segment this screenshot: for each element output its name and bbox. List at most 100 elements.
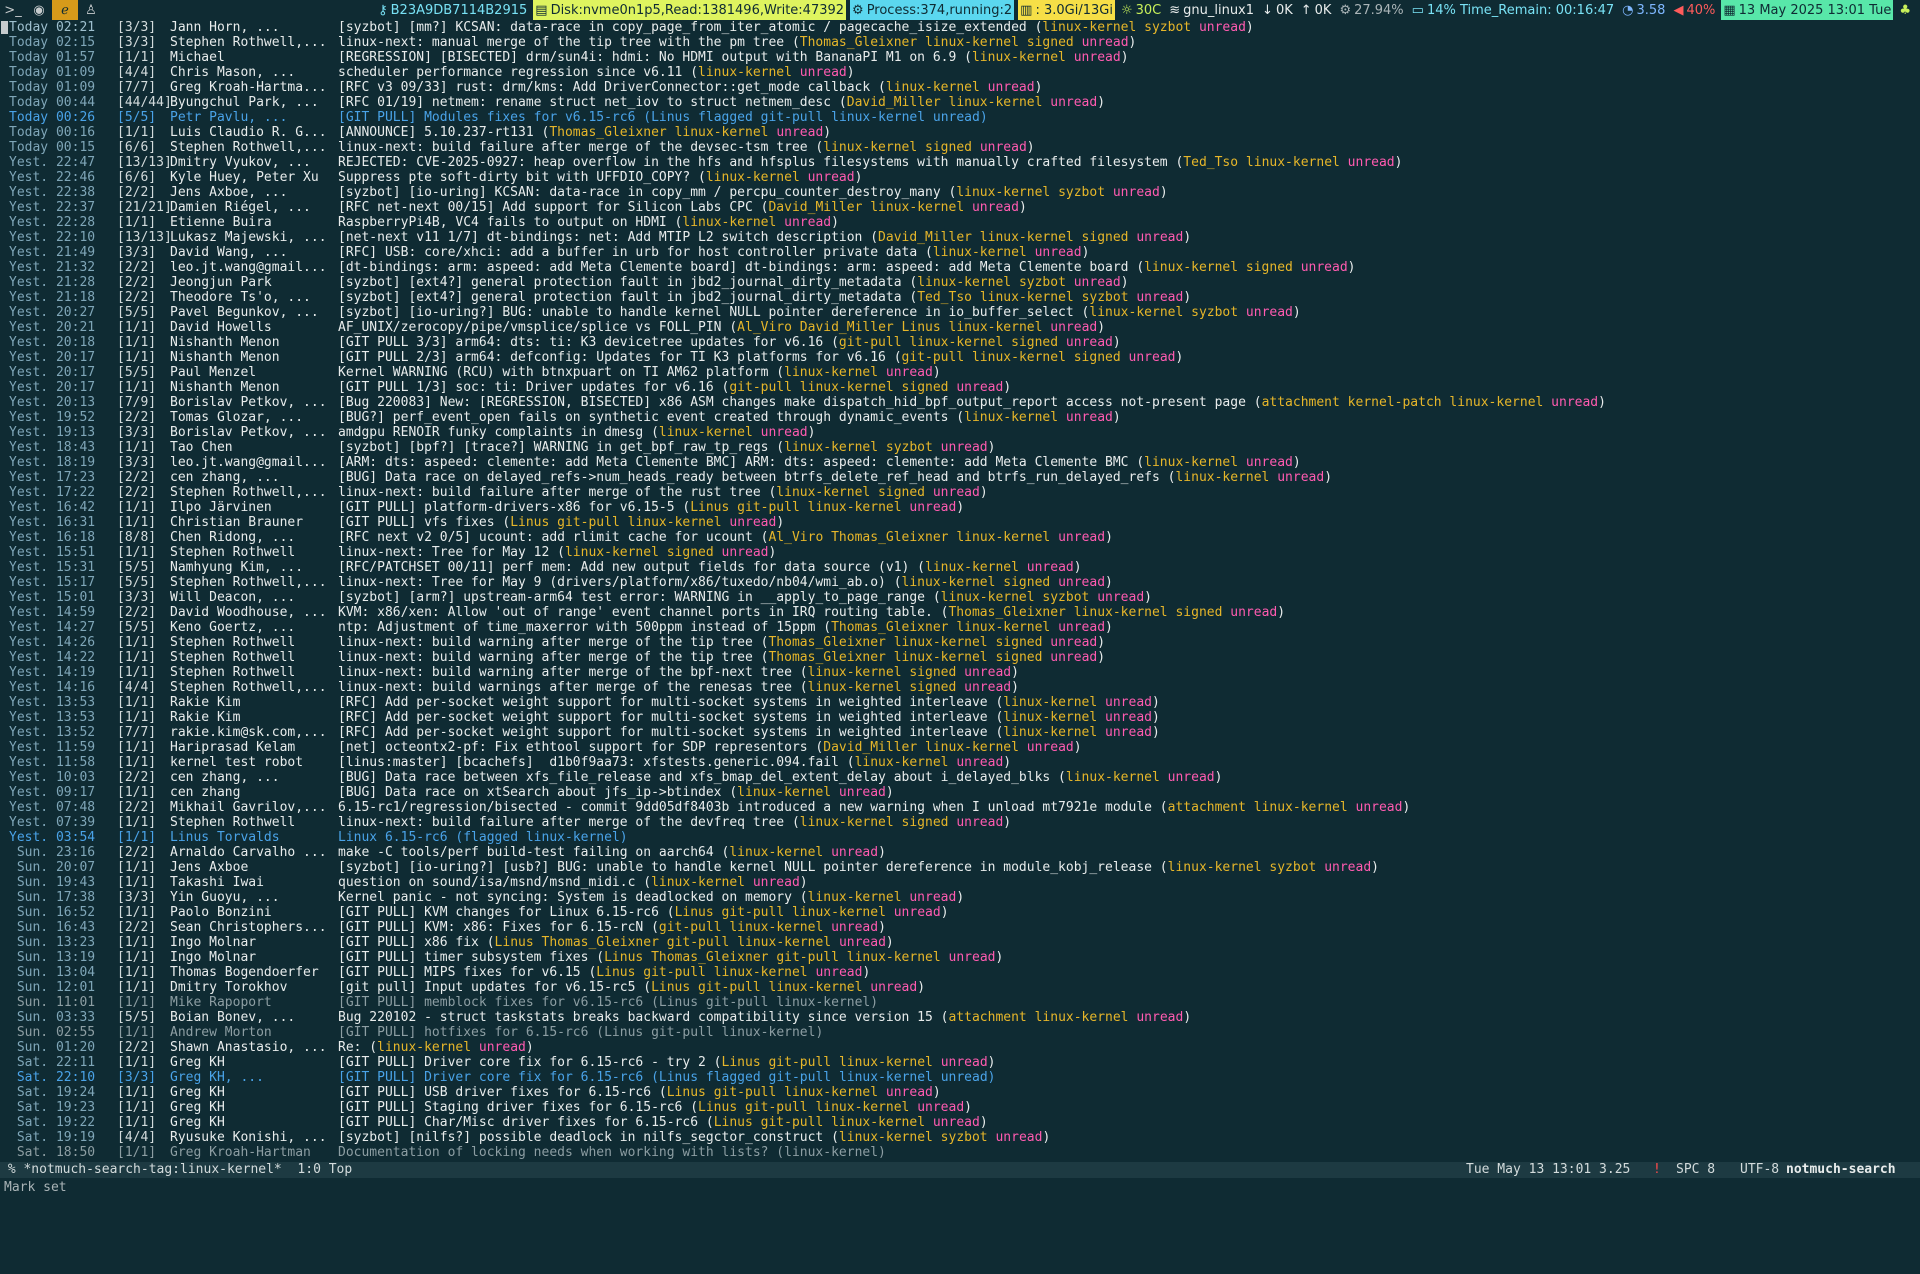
thread-row[interactable]: Yest. 20:21 [1/1] David Howells AF_UNIX/zer…	[0, 320, 1920, 335]
thread-authors: Ingo Molnar	[170, 950, 257, 965]
thread-row[interactable]: Yest. 17:23 [2/2] cen zhang, ... [BUG] Data…	[0, 470, 1920, 485]
tag-linux-kernel: linux-kernel	[971, 50, 1066, 65]
thread-row[interactable]: Yest. 20:17 [1/1] Nishanth Menon [GIT PULL …	[0, 350, 1920, 365]
tag-git-pull: git-pull	[776, 950, 839, 965]
thread-count: [1/1]	[117, 515, 157, 530]
thread-subject-line: amdgpu RENOIR funky complaints in dmesg …	[338, 425, 816, 440]
thread-row[interactable]: Yest. 15:31 [5/5] Namhyung Kim, ... [RFC/PA…	[0, 560, 1920, 575]
thread-row[interactable]: Yest. 11:58 [1/1] kernel test robot [linus:…	[0, 755, 1920, 770]
thread-authors: Stephen Rothwell	[170, 815, 296, 830]
thread-row[interactable]: Sun. 16:43 [2/2] Sean Christophers... [GIT …	[0, 920, 1920, 935]
workspace-4[interactable]: ♙	[78, 0, 104, 20]
thread-row[interactable]: Today 00:26 [5/5] Petr Pavlu, ... [GIT PULL…	[0, 110, 1920, 125]
thread-subject-line: [syzbot] [io-uring?] [usb?] BUG: unable …	[338, 860, 1379, 875]
workspace-2[interactable]: ◉	[26, 0, 52, 20]
thread-row[interactable]: Yest. 20:17 [5/5] Paul Menzel Kernel WARNIN…	[0, 365, 1920, 380]
thread-row[interactable]: Yest. 22:37 [21/21] Damien Riégel, ... [RFC…	[0, 200, 1920, 215]
thread-row[interactable]: Yest. 14:16 [4/4] Stephen Rothwell,... linu…	[0, 680, 1920, 695]
thread-row[interactable]: Sun. 02:55 [1/1] Andrew Morton [GIT PULL] h…	[0, 1025, 1920, 1040]
thread-row[interactable]: Sat. 19:24 [1/1] Greg KH [GIT PULL] USB dri…	[0, 1085, 1920, 1100]
thread-row[interactable]: Yest. 21:32 [2/2] leo.jt.wang@gmail... [dt-…	[0, 260, 1920, 275]
thread-row[interactable]: Today 01:57 [1/1] Michael [REGRESSION] [BIS…	[0, 50, 1920, 65]
thread-subject: linux-next: build warning after merge of…	[338, 665, 792, 680]
thread-count: [1/1]	[117, 1085, 157, 1100]
thread-row[interactable]: Yest. 16:18 [8/8] Chen Ridong, ... [RFC nex…	[0, 530, 1920, 545]
thread-row[interactable]: Yest. 22:28 [1/1] Etienne Buira RaspberryPi…	[0, 215, 1920, 230]
thread-row[interactable]: Yest. 13:53 [1/1] Rakie Kim [RFC] Add per-s…	[0, 710, 1920, 725]
thread-row[interactable]: Today 01:09 [4/4] Chris Mason, ... schedule…	[0, 65, 1920, 80]
thread-row[interactable]: Yest. 14:27 [5/5] Keno Goertz, ... ntp: Adj…	[0, 620, 1920, 635]
thread-row[interactable]: Yest. 14:59 [2/2] David Woodhouse, ... KVM:…	[0, 605, 1920, 620]
thread-row[interactable]: Yest. 03:54 [1/1] Linus Torvalds Linux 6.15…	[0, 830, 1920, 845]
thread-row[interactable]: Yest. 15:01 [3/3] Will Deacon, ... [syzbot]…	[0, 590, 1920, 605]
thread-row[interactable]: Sat. 19:22 [1/1] Greg KH [GIT PULL] Char/Mi…	[0, 1115, 1920, 1130]
thread-row[interactable]: Yest. 22:38 [2/2] Jens Axboe, ... [syzbot] …	[0, 185, 1920, 200]
thread-row[interactable]: Sun. 13:23 [1/1] Ingo Molnar [GIT PULL] x86…	[0, 935, 1920, 950]
thread-row[interactable]: Sun. 20:07 [1/1] Jens Axboe [syzbot] [io-ur…	[0, 860, 1920, 875]
thread-row[interactable]: Yest. 14:19 [1/1] Stephen Rothwell linux-ne…	[0, 665, 1920, 680]
thread-row[interactable]: Yest. 16:42 [1/1] Ilpo Järvinen [GIT PULL] …	[0, 500, 1920, 515]
thread-row[interactable]: Sun. 13:19 [1/1] Ingo Molnar [GIT PULL] tim…	[0, 950, 1920, 965]
thread-authors: Rakie Kim	[170, 695, 241, 710]
thread-row[interactable]: Yest. 22:47 [13/13] Dmitry Vyukov, ... REJE…	[0, 155, 1920, 170]
thread-row[interactable]: Yest. 21:28 [2/2] Jeongjun Park [syzbot] [e…	[0, 275, 1920, 290]
thread-row[interactable]: Yest. 18:19 [3/3] leo.jt.wang@gmail... [ARM…	[0, 455, 1920, 470]
thread-row[interactable]: Yest. 21:49 [3/3] David Wang, ... [RFC] USB…	[0, 245, 1920, 260]
thread-row[interactable]: Yest. 19:13 [3/3] Borislav Petkov, ... amdg…	[0, 425, 1920, 440]
thread-row[interactable]: Yest. 20:27 [5/5] Pavel Begunkov, ... [syzb…	[0, 305, 1920, 320]
thread-row[interactable]: Sat. 22:10 [3/3] Greg KH, ... [GIT PULL] Dr…	[0, 1070, 1920, 1085]
thread-row[interactable]: Sun. 13:04 [1/1] Thomas Bogendoerfer [GIT P…	[0, 965, 1920, 980]
thread-row[interactable]: Yest. 22:46 [6/6] Kyle Huey, Peter Xu Suppr…	[0, 170, 1920, 185]
thread-row[interactable]: Yest. 20:18 [1/1] Nishanth Menon [GIT PULL …	[0, 335, 1920, 350]
thread-row[interactable]: Yest. 20:13 [7/9] Borislav Petkov, ... [Bug…	[0, 395, 1920, 410]
thread-row[interactable]: Yest. 17:22 [2/2] Stephen Rothwell,... linu…	[0, 485, 1920, 500]
thread-row[interactable]: Sun. 23:16 [2/2] Arnaldo Carvalho ... make …	[0, 845, 1920, 860]
thread-row[interactable]: Sat. 18:50 [1/1] Greg Kroah-Hartman Documen…	[0, 1145, 1920, 1160]
thread-row[interactable]: Today 00:44 [44/44] Byungchul Park, ... [RF…	[0, 95, 1920, 110]
thread-row[interactable]: Yest. 21:18 [2/2] Theodore Ts'o, ... [syzbo…	[0, 290, 1920, 305]
thread-subject: [ANNOUNCE] 5.10.237-rt131	[338, 125, 534, 140]
thread-row[interactable]: Today 01:09 [7/7] Greg Kroah-Hartma... [RFC…	[0, 80, 1920, 95]
thread-row[interactable]: Yest. 15:17 [5/5] Stephen Rothwell,... linu…	[0, 575, 1920, 590]
thread-row[interactable]: Yest. 13:52 [7/7] rakie.kim@sk.com,... [RFC…	[0, 725, 1920, 740]
workspace-1[interactable]: >_	[0, 0, 26, 20]
thread-subject: linux-next: manual merge of the tip tree…	[338, 35, 785, 50]
thread-row[interactable]: Yest. 15:51 [1/1] Stephen Rothwell linux-ne…	[0, 545, 1920, 560]
thread-row[interactable]: Sun. 12:01 [1/1] Dmitry Torokhov [git pull]…	[0, 980, 1920, 995]
workspace-3[interactable]: ℯ	[52, 0, 78, 20]
thread-row[interactable]: Today 00:15 [6/6] Stephen Rothwell,... linu…	[0, 140, 1920, 155]
thread-row[interactable]: Sun. 16:52 [1/1] Paolo Bonzini [GIT PULL] K…	[0, 905, 1920, 920]
thread-row[interactable]: Yest. 13:53 [1/1] Rakie Kim [RFC] Add per-s…	[0, 695, 1920, 710]
thread-subject: [RFC] Add per-socket weight support for …	[338, 710, 988, 725]
thread-row[interactable]: Today 00:16 [1/1] Luis Claudio R. G... [ANN…	[0, 125, 1920, 140]
thread-row[interactable]: Sun. 03:33 [5/5] Boian Bonev, ... Bug 22010…	[0, 1010, 1920, 1025]
thread-row[interactable]: Yest. 11:59 [1/1] Hariprasad Kelam [net] oc…	[0, 740, 1920, 755]
thread-subject-line: [GIT PULL 1/3] soc: ti: Driver updates f…	[338, 380, 1012, 395]
tag-linux-kernel: linux-kernel	[1144, 260, 1239, 275]
thread-list[interactable]: Today 02:21 [3/3] Jann Horn, ... [syzbot] […	[0, 20, 1920, 1162]
thread-row[interactable]: Today 02:15 [3/3] Stephen Rothwell,... linu…	[0, 35, 1920, 50]
thread-row[interactable]: Yest. 18:43 [1/1] Tao Chen [syzbot] [bpf?] …	[0, 440, 1920, 455]
thread-row[interactable]: Sun. 19:43 [1/1] Takashi Iwai question on s…	[0, 875, 1920, 890]
thread-row[interactable]: Sat. 19:19 [4/4] Ryusuke Konishi, ... [syzb…	[0, 1130, 1920, 1145]
thread-row[interactable]: Sun. 17:38 [3/3] Yin Guoyu, ... Kernel pani…	[0, 890, 1920, 905]
thread-row[interactable]: Sun. 01:20 [2/2] Shawn Anastasio, ... Re: (…	[0, 1040, 1920, 1055]
thread-row[interactable]: Yest. 20:17 [1/1] Nishanth Menon [GIT PULL …	[0, 380, 1920, 395]
key-segment: ⚷ B23A9DB7114B2915	[376, 0, 529, 20]
thread-row[interactable]: Sat. 22:11 [1/1] Greg KH [GIT PULL] Driver …	[0, 1055, 1920, 1070]
thread-row[interactable]: Yest. 14:22 [1/1] Stephen Rothwell linux-ne…	[0, 650, 1920, 665]
thread-count: [2/2]	[117, 770, 157, 785]
thread-row[interactable]: Yest. 19:52 [2/2] Tomas Glozar, ... [BUG?] …	[0, 410, 1920, 425]
thread-row[interactable]: Yest. 16:31 [1/1] Christian Brauner [GIT PU…	[0, 515, 1920, 530]
thread-row[interactable]: Yest. 07:48 [2/2] Mikhail Gavrilov,... 6.15…	[0, 800, 1920, 815]
thread-row[interactable]: Yest. 14:26 [1/1] Stephen Rothwell linux-ne…	[0, 635, 1920, 650]
thread-row[interactable]: Today 02:21 [3/3] Jann Horn, ... [syzbot] […	[0, 20, 1920, 35]
thread-subject: [RFC net-next 00/15] Add support for Sil…	[338, 200, 753, 215]
thread-row[interactable]: Yest. 10:03 [2/2] cen zhang, ... [BUG] Data…	[0, 770, 1920, 785]
thread-row[interactable]: Yest. 09:17 [1/1] cen zhang [BUG] Data race…	[0, 785, 1920, 800]
thread-row[interactable]: Yest. 22:10 [13/13] Lukasz Majewski, ... [n…	[0, 230, 1920, 245]
thread-row[interactable]: Sun. 11:01 [1/1] Mike Rapoport [GIT PULL] m…	[0, 995, 1920, 1010]
thread-authors: cen zhang	[170, 785, 241, 800]
thread-row[interactable]: Sat. 19:23 [1/1] Greg KH [GIT PULL] Staging…	[0, 1100, 1920, 1115]
thread-row[interactable]: Yest. 07:39 [1/1] Stephen Rothwell linux-ne…	[0, 815, 1920, 830]
